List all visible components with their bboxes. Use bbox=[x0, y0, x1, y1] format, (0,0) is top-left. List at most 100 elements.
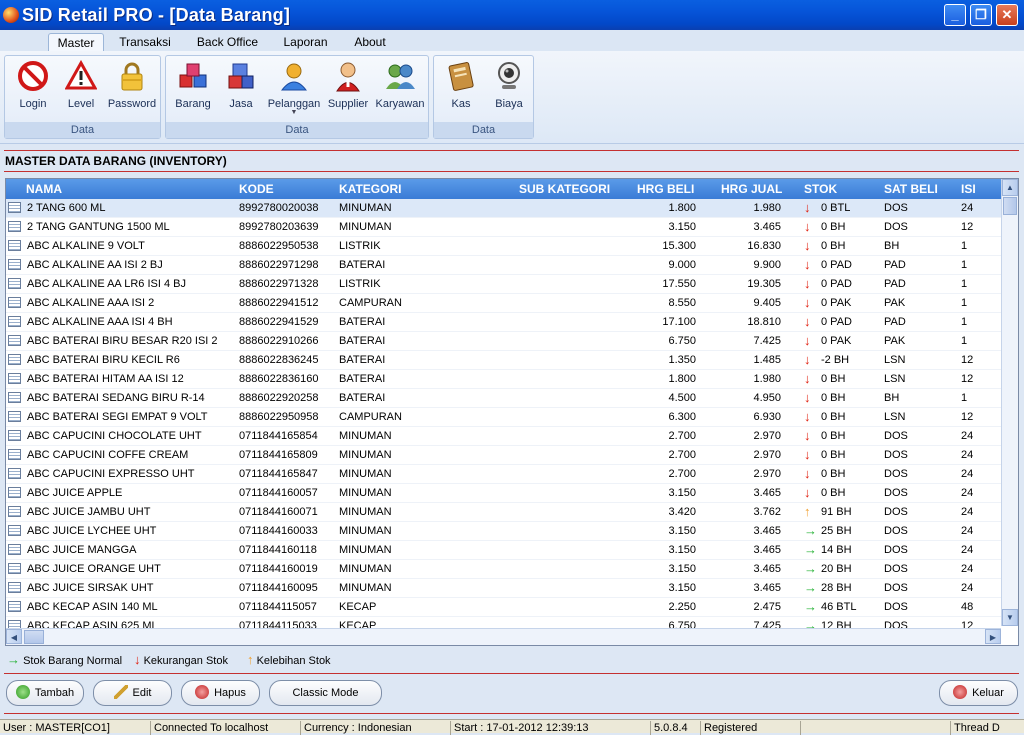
scroll-up-icon[interactable]: ▲ bbox=[1002, 179, 1018, 196]
vertical-scrollbar[interactable]: ▲ ▼ bbox=[1001, 179, 1018, 626]
cell-isi: 12 bbox=[961, 373, 974, 385]
table-row[interactable]: ABC ALKALINE AA ISI 2 BJ 8886022971298 BAT… bbox=[6, 256, 1001, 275]
table-row[interactable]: ABC BATERAI BIRU KECIL R6 8886022836245 BA… bbox=[6, 351, 1001, 370]
table-row[interactable]: ABC CAPUCINI EXPRESSO UHT 0711844165847 MI… bbox=[6, 465, 1001, 484]
column-header-kode[interactable]: KODE bbox=[239, 182, 274, 196]
row-record-icon bbox=[8, 468, 21, 479]
grid-header: NAMA KODE KATEGORI SUB KATEGORI HRG BELI… bbox=[6, 179, 1001, 199]
table-row[interactable]: ABC BATERAI SEDANG BIRU R-14 888602292025… bbox=[6, 389, 1001, 408]
table-row[interactable]: ABC JUICE ORANGE UHT 0711844160019 MINUMAN… bbox=[6, 560, 1001, 579]
biaya-button[interactable]: Biaya bbox=[489, 60, 529, 110]
cell-kode: 8886022941512 bbox=[239, 297, 319, 309]
arrow-down-icon: ↓ bbox=[804, 371, 811, 386]
password-button[interactable]: Password bbox=[105, 60, 159, 110]
cell-stok: 0 PAD bbox=[821, 259, 852, 271]
column-header-sub-kategori[interactable]: SUB KATEGORI bbox=[519, 182, 610, 196]
cell-isi: 24 bbox=[961, 202, 974, 214]
supplier-icon bbox=[332, 60, 364, 92]
cell-nama: ABC JUICE ORANGE UHT bbox=[27, 563, 161, 575]
kas-button[interactable]: Kas bbox=[442, 60, 480, 110]
cell-kode: 0711844160071 bbox=[239, 506, 318, 518]
table-row[interactable]: ABC ALKALINE AAA ISI 2 8886022941512 CAMPU… bbox=[6, 294, 1001, 313]
tab-back-office[interactable]: Back Office bbox=[190, 33, 265, 51]
cell-nama: ABC KECAP ASIN 140 ML bbox=[27, 601, 158, 613]
table-row[interactable]: ABC CAPUCINI COFFE CREAM 0711844165809 MIN… bbox=[6, 446, 1001, 465]
table-row[interactable]: ABC ALKALINE AA LR6 ISI 4 BJ 888602297132… bbox=[6, 275, 1001, 294]
delete-icon bbox=[195, 685, 210, 699]
table-row[interactable]: ABC JUICE SIRSAK UHT 0711844160095 MINUMAN… bbox=[6, 579, 1001, 598]
keluar-button[interactable]: Keluar bbox=[939, 680, 1018, 706]
cell-jual: 3.465 bbox=[753, 544, 781, 556]
supplier-button[interactable]: Supplier bbox=[326, 60, 370, 110]
cell-isi: 1 bbox=[961, 392, 968, 404]
column-header-isi[interactable]: ISI bbox=[961, 182, 976, 196]
column-header-nama[interactable]: NAMA bbox=[26, 182, 62, 196]
edit-button[interactable]: Edit bbox=[93, 680, 172, 706]
scroll-right-icon[interactable]: ▶ bbox=[985, 629, 1001, 644]
minimize-button[interactable]: _ bbox=[944, 4, 966, 26]
section-title: MASTER DATA BARANG (INVENTORY) bbox=[5, 154, 227, 168]
cell-jual: 4.950 bbox=[753, 392, 781, 404]
hapus-label: Hapus bbox=[214, 687, 246, 699]
level-button[interactable]: Level bbox=[61, 59, 101, 110]
column-header-hrg-beli[interactable]: HRG BELI bbox=[637, 182, 694, 196]
scroll-left-icon[interactable]: ◀ bbox=[6, 629, 22, 644]
table-row[interactable]: ABC BATERAI BIRU BESAR R20 ISI 2 88860229… bbox=[6, 332, 1001, 351]
table-row[interactable]: ABC BATERAI HITAM AA ISI 12 8886022836160… bbox=[6, 370, 1001, 389]
restore-button[interactable]: ❐ bbox=[970, 4, 992, 26]
table-row[interactable]: ABC KECAP ASIN 140 ML 0711844115057 KECAP 2… bbox=[6, 598, 1001, 617]
pelanggan-button[interactable]: Pelanggan ▼ bbox=[266, 60, 322, 116]
tambah-button[interactable]: Tambah bbox=[6, 680, 84, 706]
row-record-icon bbox=[8, 601, 21, 612]
app-logo-icon bbox=[3, 7, 19, 23]
scroll-thumb[interactable] bbox=[24, 630, 44, 644]
cash-book-icon bbox=[445, 60, 477, 92]
table-row[interactable]: ABC JUICE LYCHEE UHT 0711844160033 MINUMAN… bbox=[6, 522, 1001, 541]
arrow-down-icon: ↓ bbox=[804, 352, 811, 367]
table-row[interactable]: ABC JUICE JAMBU UHT 0711844160071 MINUMAN 3… bbox=[6, 503, 1001, 522]
barang-button[interactable]: Barang bbox=[172, 60, 214, 110]
table-row[interactable]: 2 TANG GANTUNG 1500 ML 8992780203639 MINUM… bbox=[6, 218, 1001, 237]
cell-beli: 3.420 bbox=[668, 506, 696, 518]
close-button[interactable]: ✕ bbox=[996, 4, 1018, 26]
classic-mode-button[interactable]: Classic Mode bbox=[269, 680, 382, 706]
table-row[interactable]: ABC JUICE APPLE 0711844160057 MINUMAN 3.150… bbox=[6, 484, 1001, 503]
cell-kode: 8886022920258 bbox=[239, 392, 319, 404]
hapus-button[interactable]: Hapus bbox=[181, 680, 260, 706]
login-button[interactable]: Login bbox=[13, 60, 53, 110]
cell-isi: 24 bbox=[961, 430, 974, 442]
tab-about[interactable]: About bbox=[345, 33, 395, 51]
arrow-down-icon: ↓ bbox=[804, 219, 811, 234]
edit-label: Edit bbox=[132, 687, 152, 699]
column-header-hrg-jual[interactable]: HRG JUAL bbox=[721, 182, 782, 196]
jasa-button[interactable]: Jasa bbox=[221, 60, 261, 110]
cell-nama: ABC ALKALINE AA LR6 ISI 4 BJ bbox=[27, 278, 186, 290]
cell-sat: PAD bbox=[884, 259, 906, 271]
arrow-down-icon: ↓ bbox=[804, 295, 811, 310]
status-version: 5.0.8.4 bbox=[650, 721, 700, 735]
horizontal-scrollbar[interactable]: ◀ ▶ bbox=[6, 628, 1001, 645]
row-record-icon bbox=[8, 335, 21, 346]
table-row[interactable]: ABC JUICE MANGGA 0711844160118 MINUMAN 3.15… bbox=[6, 541, 1001, 560]
table-row[interactable]: ABC CAPUCINI CHOCOLATE UHT 0711844165854 M… bbox=[6, 427, 1001, 446]
cell-stok: 0 PAD bbox=[821, 278, 852, 290]
column-header-stok[interactable]: STOK bbox=[804, 182, 837, 196]
table-row[interactable]: ABC BATERAI SEGI EMPAT 9 VOLT 88860229509… bbox=[6, 408, 1001, 427]
karyawan-button[interactable]: Karyawan bbox=[374, 60, 426, 110]
scroll-down-icon[interactable]: ▼ bbox=[1002, 609, 1018, 626]
table-row[interactable]: ABC ALKALINE 9 VOLT 8886022950538 LISTRIK 1… bbox=[6, 237, 1001, 256]
column-header-sat-beli[interactable]: SAT BELI bbox=[884, 182, 938, 196]
table-row[interactable]: 2 TANG 600 ML 8992780020038 MINUMAN 1.800 1.… bbox=[6, 199, 1001, 218]
tab-laporan[interactable]: Laporan bbox=[278, 33, 333, 51]
tab-transaksi[interactable]: Transaksi bbox=[115, 33, 175, 51]
tab-master[interactable]: Master bbox=[48, 33, 104, 51]
table-row[interactable]: ABC ALKALINE AAA ISI 4 BH 8886022941529 BA… bbox=[6, 313, 1001, 332]
arrow-down-icon: ↓ bbox=[804, 390, 811, 405]
karyawan-label: Karyawan bbox=[375, 98, 425, 110]
column-header-kategori[interactable]: KATEGORI bbox=[339, 182, 401, 196]
cell-sat: DOS bbox=[884, 525, 908, 537]
arrow-down-icon: ↓ bbox=[804, 447, 811, 462]
customer-icon bbox=[278, 60, 310, 92]
scroll-thumb[interactable] bbox=[1003, 197, 1017, 215]
cell-stok: 25 BH bbox=[821, 525, 852, 537]
